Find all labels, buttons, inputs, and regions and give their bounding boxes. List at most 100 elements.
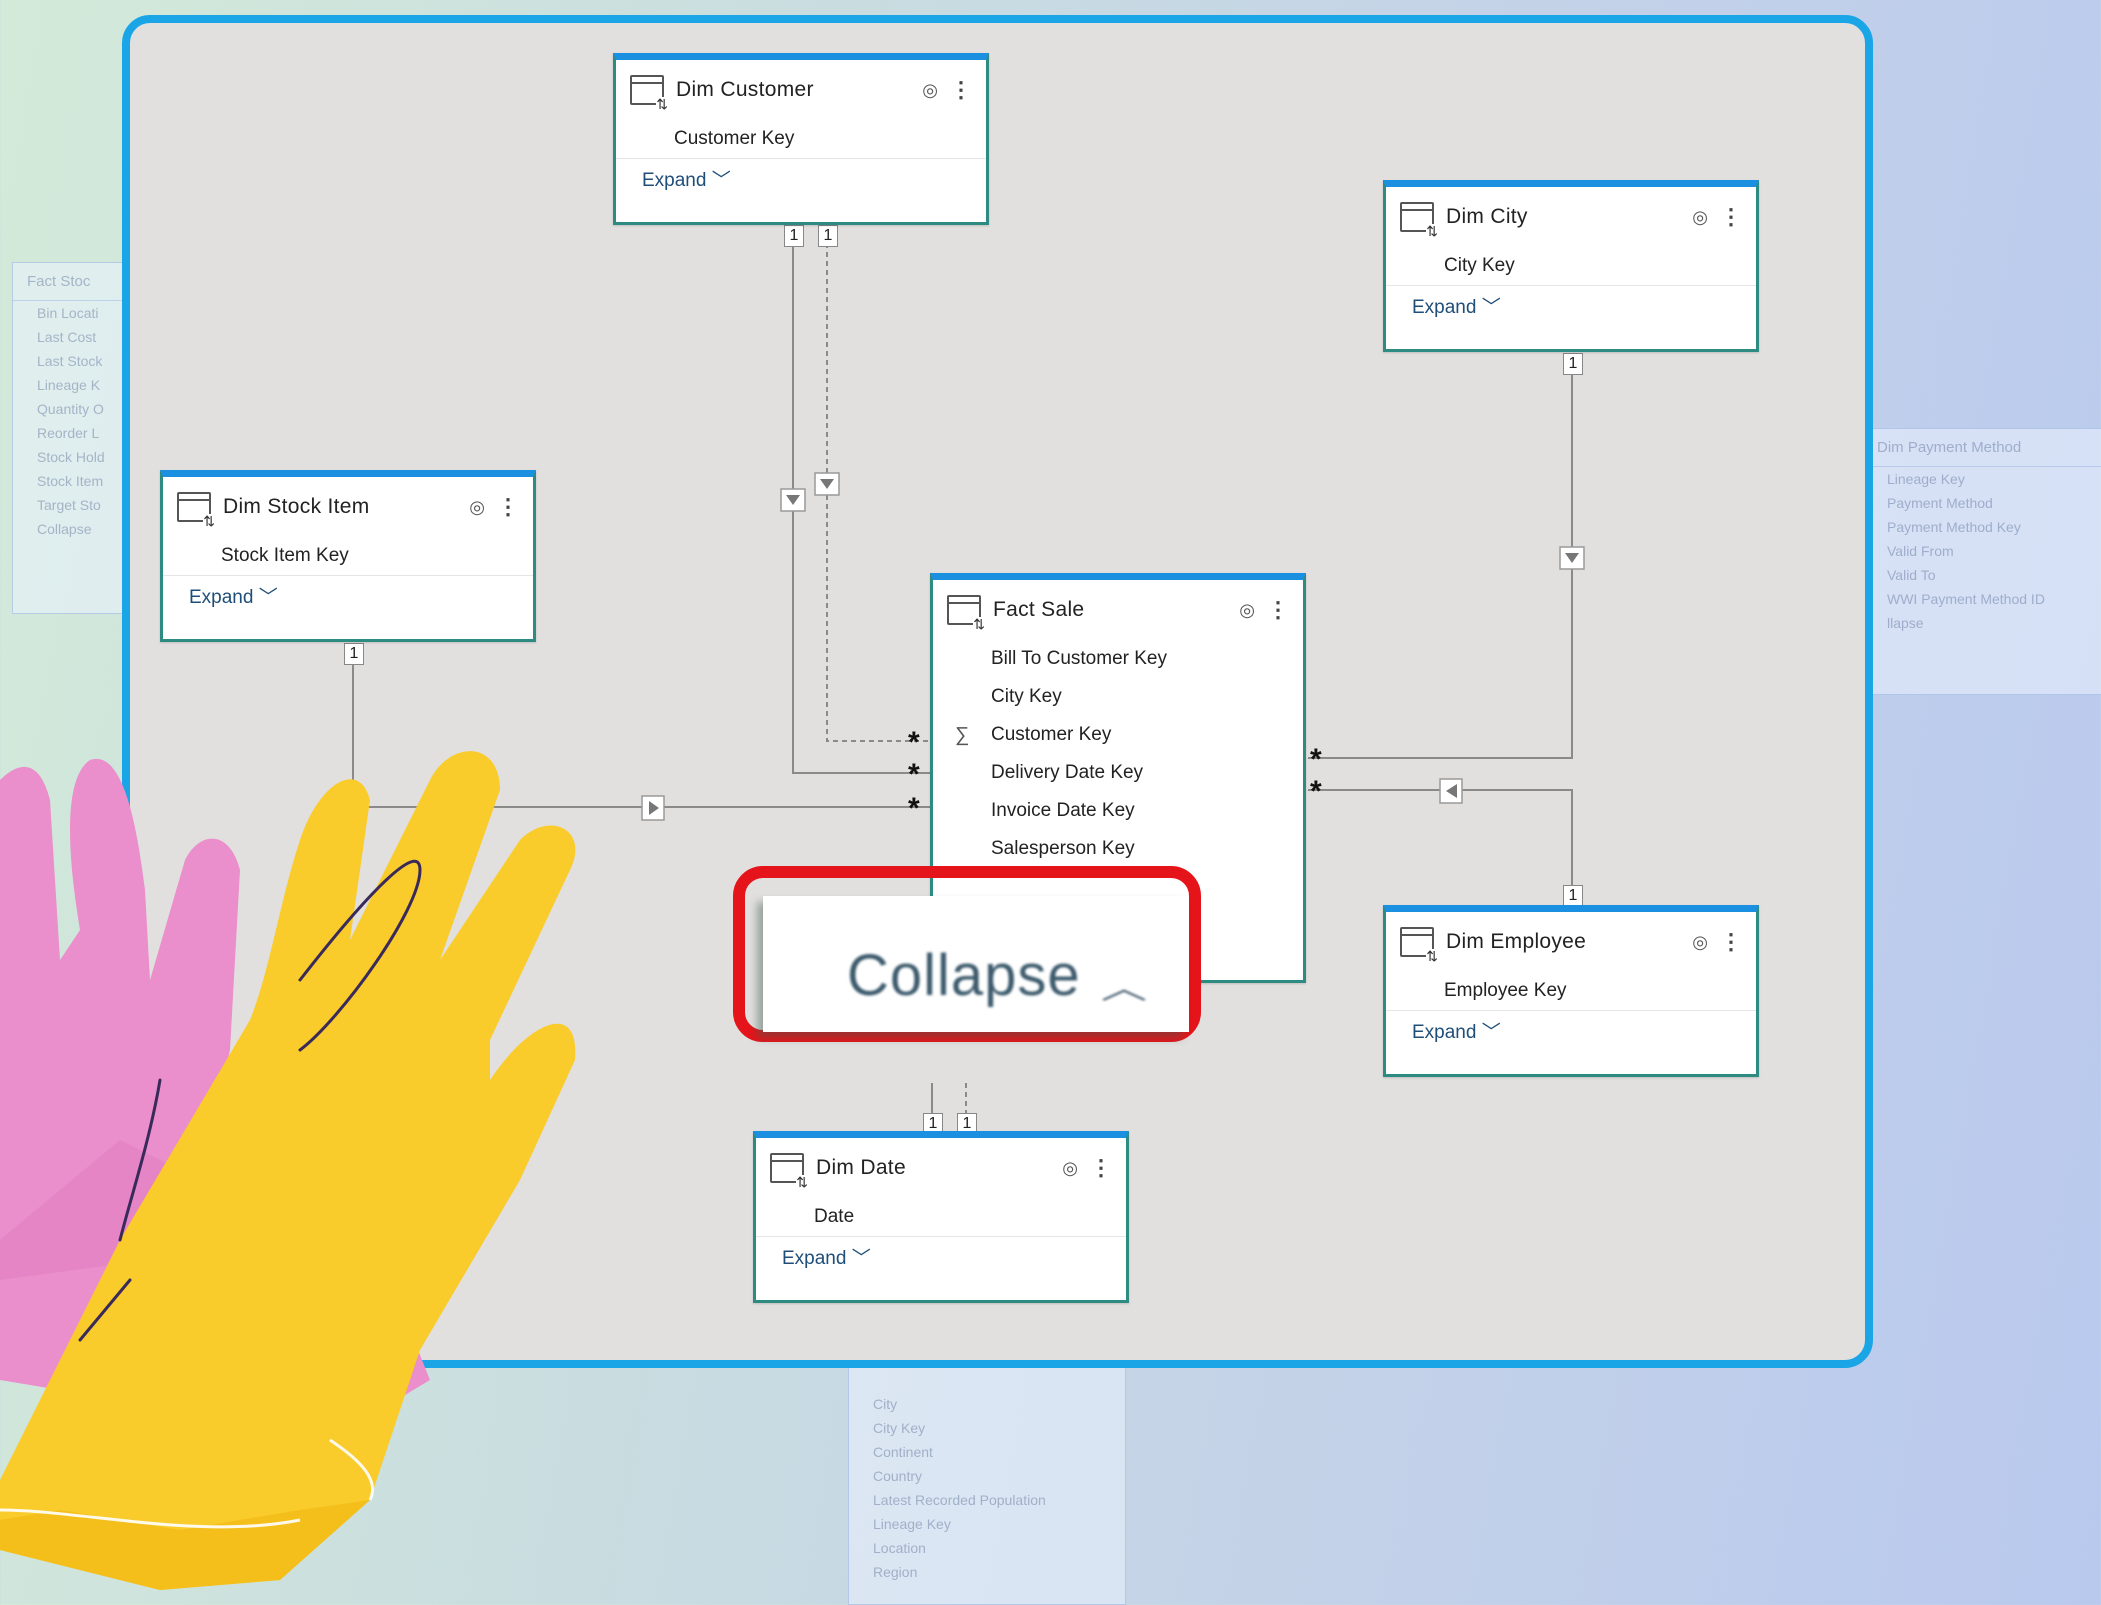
- table-card-dim-customer[interactable]: ⇅ Dim Customer ◎ ⋮ Customer Key Expand ﹀: [613, 53, 989, 225]
- background-panel-fact-stock: Fact Stoc Bin Locati Last Cost Last Stoc…: [12, 262, 134, 614]
- table-icon: ⇅: [177, 492, 215, 528]
- table-field[interactable]: Date: [756, 1198, 1126, 1236]
- table-title: Dim City: [1446, 205, 1528, 228]
- cardinality-many: *: [908, 758, 920, 791]
- table-icon: ⇅: [1400, 927, 1438, 963]
- eye-icon[interactable]: ◎: [922, 80, 938, 101]
- background-panel-title: Fact Stoc: [13, 263, 133, 301]
- expand-button[interactable]: Expand ﹀: [163, 576, 533, 616]
- chevron-down-icon: ﹀: [258, 587, 278, 608]
- sum-icon: ∑: [955, 723, 970, 746]
- background-panel-title: Dim Payment Method: [1863, 429, 2101, 467]
- background-panel-dim-city: City City Key Continent Country Latest R…: [848, 1352, 1126, 1605]
- expand-label: Expand: [1412, 1022, 1477, 1043]
- table-card-dim-city[interactable]: ⇅ Dim City ◎ ⋮ City Key Expand ﹀: [1383, 180, 1759, 352]
- table-card-dim-employee[interactable]: ⇅ Dim Employee ◎ ⋮ Employee Key Expand ﹀: [1383, 905, 1759, 1077]
- more-icon[interactable]: ⋮: [1720, 206, 1742, 228]
- background-panel-row: Quantity O: [37, 401, 104, 417]
- more-icon[interactable]: ⋮: [1090, 1157, 1112, 1179]
- background-panel-row: Last Cost: [37, 329, 97, 345]
- table-field[interactable]: Employee Key: [1386, 972, 1756, 1010]
- table-card-dim-date[interactable]: ⇅ Dim Date ◎ ⋮ Date Expand ﹀: [753, 1131, 1129, 1303]
- table-field[interactable]: Customer Key: [616, 120, 986, 158]
- background-panel-row: WWI Payment Method ID: [1887, 591, 2045, 607]
- eye-icon[interactable]: ◎: [1239, 600, 1255, 621]
- background-panel-row: Stock Hold: [37, 449, 105, 465]
- background-panel-row: Bin Locati: [37, 305, 99, 321]
- table-icon: ⇅: [630, 75, 668, 111]
- table-field[interactable]: City Key: [933, 678, 1303, 716]
- background-panel-row: Stock Item: [37, 473, 104, 489]
- expand-button[interactable]: Expand ﹀: [756, 1237, 1126, 1277]
- table-title: Dim Employee: [1446, 930, 1587, 953]
- cardinality-many: *: [908, 792, 920, 825]
- collapse-highlight: Collapse ︿: [733, 866, 1201, 1042]
- background-panel-row: City: [873, 1396, 898, 1412]
- table-icon: ⇅: [947, 595, 985, 631]
- more-icon[interactable]: ⋮: [497, 496, 519, 518]
- expand-label: Expand: [189, 587, 254, 608]
- chevron-down-icon: ﹀: [851, 1248, 871, 1269]
- gloves-illustration: [0, 751, 576, 1590]
- cardinality-many: *: [1310, 743, 1322, 776]
- table-title: Fact Sale: [993, 598, 1085, 621]
- cardinality-many: *: [1310, 775, 1322, 808]
- table-icon: ⇅: [1400, 202, 1438, 238]
- table-field: Customer Key: [991, 724, 1112, 745]
- background-panel-row: Lineage Key: [873, 1516, 951, 1532]
- background-panel-row: Lineage K: [37, 377, 101, 393]
- background-panel-row: Country: [873, 1468, 923, 1484]
- table-field[interactable]: Salesperson Key: [933, 830, 1303, 868]
- table-title: Dim Customer: [676, 78, 814, 101]
- background-panel-row: Lineage Key: [1887, 471, 1965, 487]
- table-title: Dim Stock Item: [223, 495, 370, 518]
- collapse-button[interactable]: Collapse ︿: [763, 896, 1189, 1032]
- background-panel-row: Last Stock: [37, 353, 103, 369]
- cardinality-one: 1: [818, 225, 838, 247]
- expand-label: Expand: [782, 1248, 847, 1269]
- background-panel-row: Region: [873, 1564, 918, 1580]
- chevron-down-icon: ﹀: [1481, 1022, 1501, 1043]
- background-panel-row: City Key: [873, 1420, 926, 1436]
- chevron-down-icon: ﹀: [1481, 297, 1501, 318]
- background-panel-row: Target Sto: [37, 497, 101, 513]
- expand-button[interactable]: Expand ﹀: [1386, 1011, 1756, 1051]
- table-field[interactable]: City Key: [1386, 247, 1756, 285]
- table-field-row[interactable]: ∑ Customer Key: [933, 716, 1303, 754]
- background-panel-collapse: llapse: [1887, 615, 1924, 631]
- cardinality-one: 1: [1563, 885, 1583, 907]
- more-icon[interactable]: ⋮: [1720, 931, 1742, 953]
- eye-icon[interactable]: ◎: [469, 497, 485, 518]
- expand-button[interactable]: Expand ﹀: [616, 159, 986, 199]
- table-field[interactable]: Bill To Customer Key: [933, 640, 1303, 678]
- expand-label: Expand: [642, 170, 707, 191]
- background-panel-row: Reorder L: [37, 425, 100, 441]
- eye-icon[interactable]: ◎: [1692, 932, 1708, 953]
- background-panel-row: Valid From: [1887, 543, 1954, 559]
- cardinality-one: 1: [784, 225, 804, 247]
- cardinality-one: 1: [344, 643, 364, 665]
- background-panel-row: Valid To: [1887, 567, 1936, 583]
- chevron-up-icon: ︿: [1101, 968, 1147, 1006]
- cardinality-many: *: [908, 726, 920, 759]
- expand-button[interactable]: Expand ﹀: [1386, 286, 1756, 326]
- background-panel-collapse: Collapse: [37, 521, 92, 537]
- expand-label: Expand: [1412, 297, 1477, 318]
- cardinality-one: 1: [1563, 353, 1583, 375]
- eye-icon[interactable]: ◎: [1062, 1158, 1078, 1179]
- table-field[interactable]: Invoice Date Key: [933, 792, 1303, 830]
- background-panel-row: Payment Method: [1887, 495, 1993, 511]
- table-title: Dim Date: [816, 1156, 906, 1179]
- chevron-down-icon: ﹀: [711, 170, 731, 191]
- more-icon[interactable]: ⋮: [1267, 599, 1289, 621]
- table-field[interactable]: Stock Item Key: [163, 537, 533, 575]
- table-field[interactable]: Delivery Date Key: [933, 754, 1303, 792]
- more-icon[interactable]: ⋮: [950, 79, 972, 101]
- table-card-dim-stock-item[interactable]: ⇅ Dim Stock Item ◎ ⋮ Stock Item Key Expa…: [160, 470, 536, 642]
- background-panel-row: Latest Recorded Population: [873, 1492, 1046, 1508]
- collapse-label: Collapse: [847, 943, 1081, 1008]
- background-panel-row: Location: [873, 1540, 926, 1556]
- table-icon: ⇅: [770, 1153, 808, 1189]
- eye-icon[interactable]: ◎: [1692, 207, 1708, 228]
- background-panel-row: Payment Method Key: [1887, 519, 2021, 535]
